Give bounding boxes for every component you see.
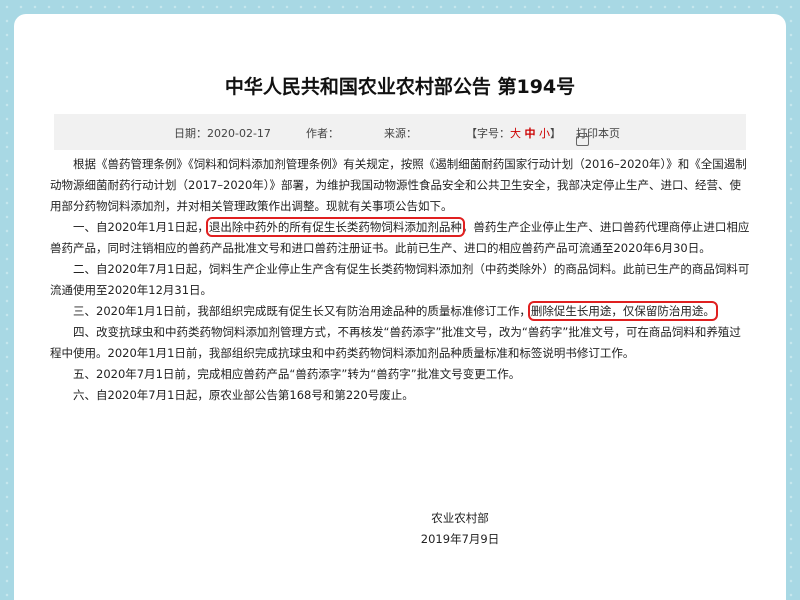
font-large-button[interactable]: 大: [510, 127, 521, 140]
paragraph-6: 六、自2020年7月1日起，原农业部公告第168号和第220号废止。: [73, 388, 414, 402]
font-medium-button[interactable]: 中: [525, 127, 536, 140]
announcement-card: 中华人民共和国农业农村部公告 第194号 日期：2020-02-17 作者： 来…: [14, 14, 786, 600]
signature-org: 农业农村部: [431, 511, 489, 525]
date-field: 日期：2020-02-17: [174, 125, 271, 141]
highlighted-phrase-1: 退出除中药外的所有促生长类药物饲料添加剂品种: [205, 217, 465, 237]
meta-bar: 日期：2020-02-17 作者： 来源： 【字号：大 中 小】 打印本页: [54, 114, 746, 150]
paragraph-4: 四、改变抗球虫和中药类药物饲料添加剂管理方式，不再核发“兽药添字”批准文号，改为…: [50, 325, 741, 360]
font-size-bracket-close: 】: [550, 127, 561, 140]
paragraph-3-lead: 三、2020年1月1日前，我部组织完成既有促生长又有防治用途品种的质量标准修订工…: [73, 304, 531, 318]
signature-date: 2019年7月9日: [420, 532, 500, 546]
paragraph-5: 五、2020年7月1日前，完成相应兽药产品“兽药添字”转为“兽药字”批准文号变更…: [73, 367, 521, 381]
paragraph-1-lead: 一、自2020年1月1日起，: [73, 220, 209, 234]
date-value: 2020-02-17: [207, 127, 271, 140]
page-title: 中华人民共和国农业农村部公告 第194号: [224, 76, 576, 98]
paragraph-1: 一、自2020年1月1日起，退出除中药外的所有促生长类药物饲料添加剂品种，兽药生…: [50, 217, 750, 259]
paragraph-2: 二、自2020年7月1日起，饲料生产企业停止生产含有促生长类药物饲料添加剂（中药…: [50, 262, 750, 297]
date-label: 日期：: [174, 127, 207, 140]
signature-block: 农业农村部 2019年7月9日: [14, 508, 786, 550]
author-label: 作者：: [306, 127, 339, 140]
font-small-button[interactable]: 小: [539, 127, 550, 140]
announcement-body: 根据《兽药管理条例》《饲料和饲料添加剂管理条例》有关规定，按照《遏制细菌耐药国家…: [50, 154, 750, 406]
paragraph-3: 三、2020年1月1日前，我部组织完成既有促生长又有防治用途品种的质量标准修订工…: [50, 301, 750, 322]
font-size-bracket-open: 【字号：: [466, 127, 510, 140]
highlighted-phrase-3: 删除促生长用途，仅保留防治用途。: [527, 301, 718, 321]
print-button[interactable]: 打印本页: [576, 125, 620, 146]
font-size-control: 【字号：大 中 小】: [466, 125, 561, 141]
printer-icon: [576, 133, 589, 146]
source-label: 来源：: [384, 127, 417, 140]
paragraph-intro: 根据《兽药管理条例》《饲料和饲料添加剂管理条例》有关规定，按照《遏制细菌耐药国家…: [50, 157, 747, 213]
